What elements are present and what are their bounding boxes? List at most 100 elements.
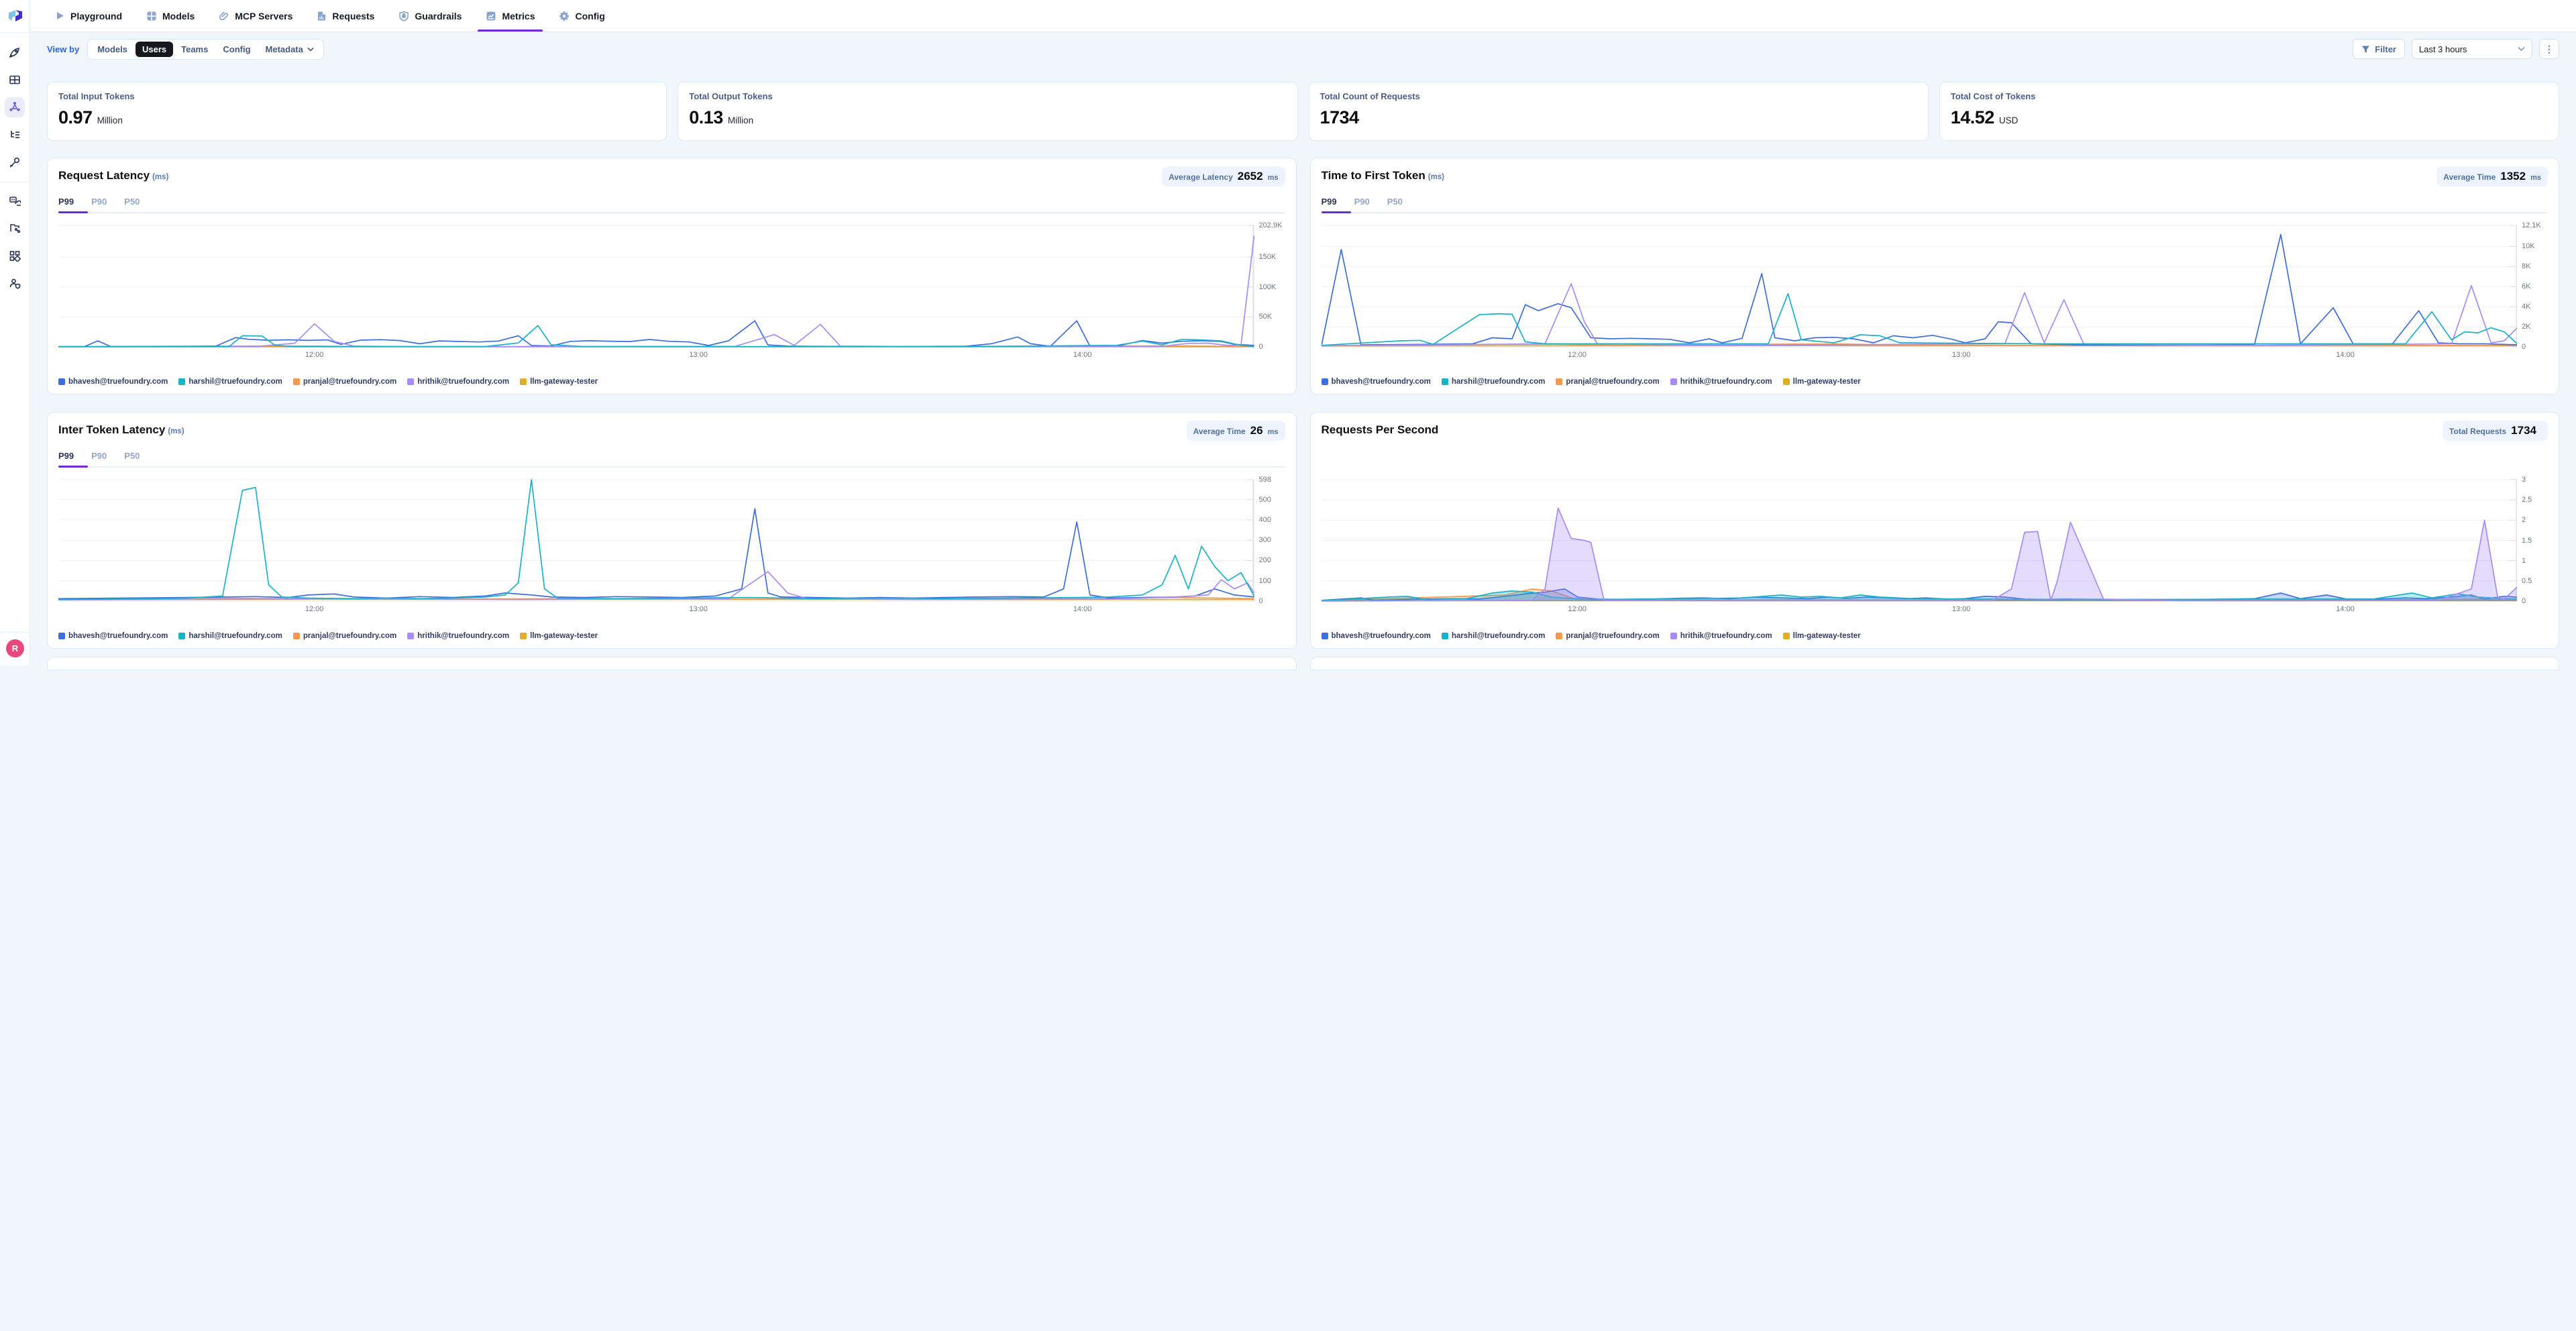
tab-p50[interactable]: P50 (1387, 193, 1403, 212)
legend-label: hrithik@truefoundry.com (1680, 378, 1772, 386)
legend-item[interactable]: pranjal@truefoundry.com (293, 632, 396, 640)
tab-p99[interactable]: P99 (58, 193, 74, 212)
nav-item-models[interactable]: Models (134, 0, 207, 32)
active-tab-underline (58, 466, 88, 468)
grid-icon (146, 11, 157, 21)
truefoundry-logo-icon (7, 7, 24, 25)
funnel-icon (2361, 45, 2370, 54)
stat-card-input-tokens: Total Input Tokens 0.97Million (47, 82, 667, 141)
tab-p90[interactable]: P90 (91, 193, 107, 212)
stat-card-output-tokens: Total Output Tokens 0.13Million (678, 82, 1297, 141)
legend-label: llm-gateway-tester (530, 378, 598, 386)
more-options-button[interactable]: ⋮ (2539, 39, 2559, 59)
nav-item-playground[interactable]: Playground (43, 0, 134, 32)
legend-item[interactable]: llm-gateway-tester (520, 632, 598, 640)
y-axis-labels: 32.521.510.50 (2517, 473, 2548, 616)
chart-title: Inter Token Latency(ms) (58, 421, 184, 437)
sidebar-item-keys[interactable] (5, 152, 25, 172)
legend-label: pranjal@truefoundry.com (303, 632, 396, 640)
legend-item[interactable]: pranjal@truefoundry.com (1556, 378, 1659, 386)
sidebar-item-integrations[interactable] (5, 191, 25, 211)
user-avatar[interactable]: R (6, 639, 24, 657)
nav-item-mcp-servers[interactable]: MCP Servers (207, 0, 305, 32)
plug-cloud-icon (9, 195, 21, 207)
tab-p50[interactable]: P50 (124, 193, 140, 212)
time-range-select[interactable]: Last 3 hours (2412, 39, 2532, 59)
tab-p99[interactable]: P99 (58, 447, 74, 466)
document-chart-icon (317, 11, 327, 21)
y-axis-label: 1.5 (2522, 537, 2532, 545)
legend-swatch (407, 633, 414, 639)
tab-p99[interactable]: P99 (1322, 193, 1337, 212)
sidebar-item-access[interactable] (5, 273, 25, 293)
chart-title: Time to First Token(ms) (1322, 166, 1445, 182)
tab-p90[interactable]: P90 (1354, 193, 1370, 212)
legend-item[interactable]: hrithik@truefoundry.com (1670, 378, 1772, 386)
tab-p50[interactable]: P50 (124, 447, 140, 466)
legend-item[interactable]: bhavesh@truefoundry.com (1322, 632, 1431, 640)
stats-row: Total Input Tokens 0.97Million Total Out… (47, 82, 2559, 141)
x-axis-label: 12:00 (1568, 605, 1587, 613)
y-axis-label: 4K (2522, 303, 2530, 311)
legend-swatch (1670, 378, 1677, 385)
segment-config[interactable]: Config (216, 42, 257, 57)
legend-item[interactable]: harshil@truefoundry.com (1442, 378, 1545, 386)
legend-swatch (58, 378, 65, 385)
chart-unit: (ms) (1428, 173, 1444, 181)
y-axis-label: 0 (2522, 597, 2526, 605)
segment-teams[interactable]: Teams (174, 42, 215, 57)
legend-item[interactable]: llm-gateway-tester (1783, 378, 1861, 386)
sidebar-item-rocket[interactable] (5, 42, 25, 62)
metadata-label: Metadata (266, 44, 303, 54)
nav-item-guardrails[interactable]: Guardrails (386, 0, 474, 32)
legend-item[interactable]: harshil@truefoundry.com (178, 632, 282, 640)
legend-item[interactable]: bhavesh@truefoundry.com (58, 632, 168, 640)
legend-swatch (1556, 378, 1562, 385)
sidebar-item-gateway[interactable] (5, 97, 25, 117)
nav-item-metrics[interactable]: Metrics (474, 0, 547, 32)
x-axis-label: 13:00 (1952, 605, 1971, 613)
left-sidebar: R (0, 0, 30, 666)
legend-item[interactable]: llm-gateway-tester (1783, 632, 1861, 640)
view-by-segmented-control: Models Users Teams Config Metadata (87, 39, 324, 60)
legend-item[interactable]: harshil@truefoundry.com (178, 378, 282, 386)
top-navigation: Playground Models MCP Servers Requests G… (30, 0, 2576, 32)
percentile-tabs: P99 P90 P50 (1322, 193, 2548, 213)
nav-item-requests[interactable]: Requests (305, 0, 386, 32)
legend-item[interactable]: hrithik@truefoundry.com (1670, 632, 1772, 640)
total-requests-badge: Total Requests1734 (2443, 421, 2548, 441)
segment-metadata[interactable]: Metadata (259, 42, 321, 57)
stat-unit: Million (728, 115, 753, 125)
chart-unit: (ms) (152, 173, 168, 181)
app-logo[interactable] (0, 0, 30, 32)
legend-label: llm-gateway-tester (530, 632, 598, 640)
chart-legend: bhavesh@truefoundry.com harshil@truefound… (1322, 378, 2548, 387)
legend-item[interactable]: hrithik@truefoundry.com (407, 632, 509, 640)
y-axis-label: 2K (2522, 323, 2530, 331)
segment-models[interactable]: Models (91, 42, 134, 57)
legend-label: pranjal@truefoundry.com (1566, 632, 1659, 640)
active-tab-underline (1322, 211, 1351, 213)
legend-item[interactable]: harshil@truefoundry.com (1442, 632, 1545, 640)
legend-item[interactable]: llm-gateway-tester (520, 378, 598, 386)
stat-card-request-count: Total Count of Requests 1734 (1309, 82, 1929, 141)
legend-item[interactable]: bhavesh@truefoundry.com (1322, 378, 1431, 386)
sidebar-item-workflows[interactable] (5, 246, 25, 266)
legend-item[interactable]: bhavesh@truefoundry.com (58, 378, 168, 386)
tab-p90[interactable]: P90 (91, 447, 107, 466)
segment-users[interactable]: Users (136, 42, 173, 57)
average-badge: Average Time1352ms (2436, 166, 2548, 187)
legend-item[interactable]: hrithik@truefoundry.com (407, 378, 509, 386)
legend-item[interactable]: pranjal@truefoundry.com (293, 378, 396, 386)
percentile-tabs: P99 P90 P50 (58, 193, 1285, 213)
legend-label: hrithik@truefoundry.com (417, 378, 509, 386)
legend-label: hrithik@truefoundry.com (417, 632, 509, 640)
nav-item-config[interactable]: Config (547, 0, 616, 32)
sidebar-item-repositories[interactable] (5, 218, 25, 238)
sidebar-item-tree[interactable] (5, 125, 25, 145)
legend-item[interactable]: pranjal@truefoundry.com (1556, 632, 1659, 640)
legend-label: llm-gateway-tester (1793, 632, 1861, 640)
percentile-tabs: P99 P90 P50 (58, 447, 1285, 468)
filter-button[interactable]: Filter (2353, 39, 2405, 59)
sidebar-item-table[interactable] (5, 70, 25, 90)
